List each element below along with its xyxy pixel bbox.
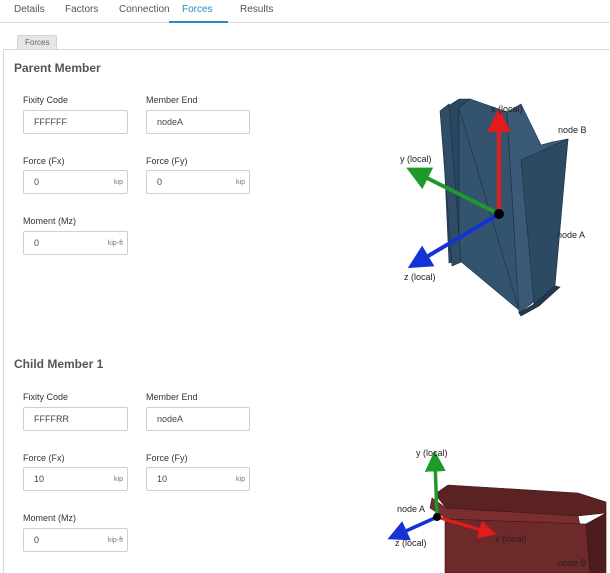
child-y-axis-arrow <box>424 450 446 518</box>
child-y-label: y (local) <box>416 448 448 458</box>
child-node-a-label: node A <box>397 504 425 514</box>
child-node-b-label: node B <box>558 558 587 568</box>
child-z-axis-arrow <box>387 515 438 541</box>
child-node-point <box>433 513 441 521</box>
child-z-label: z (local) <box>395 538 427 548</box>
child-x-label: x (local) <box>495 534 527 544</box>
child-member-diagram: y (local) node A x (local) z (local) nod… <box>387 448 607 573</box>
